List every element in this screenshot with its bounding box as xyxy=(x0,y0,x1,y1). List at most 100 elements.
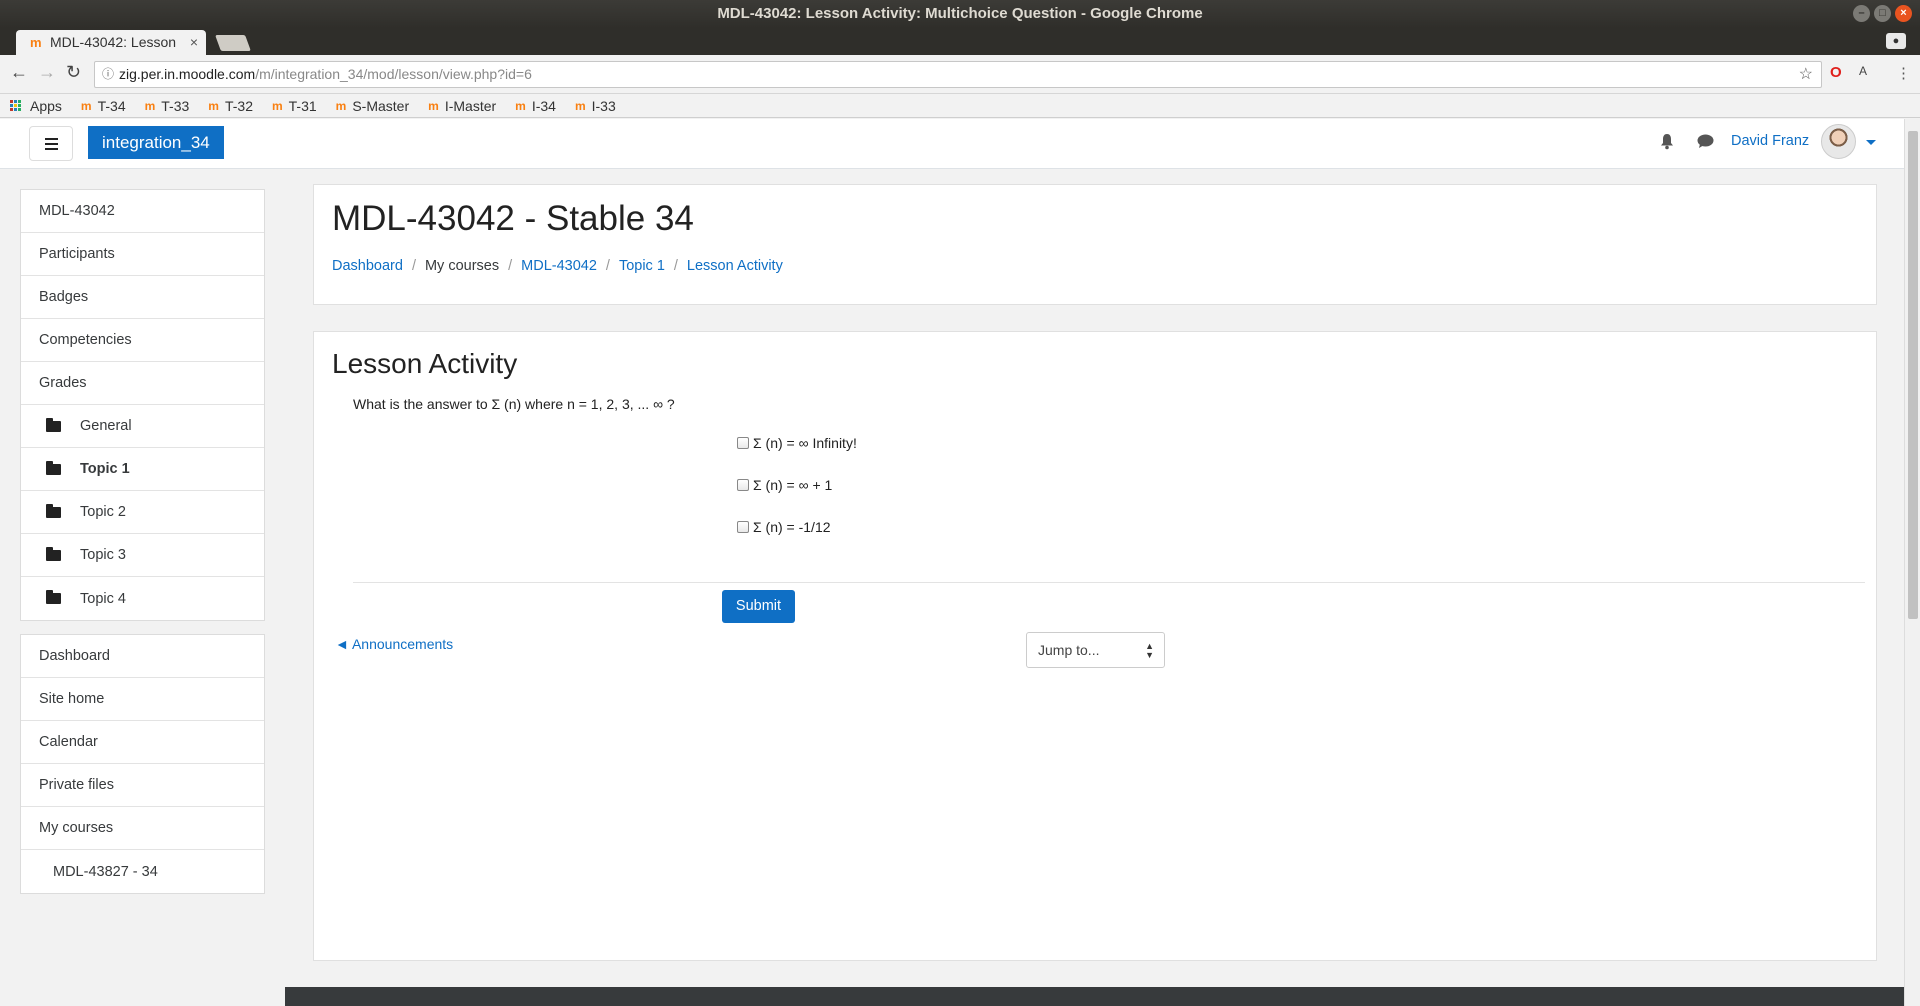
moodle-favicon-icon: m xyxy=(30,35,42,50)
url-path: /m/integration_34/mod/lesson/view.php?id… xyxy=(255,66,532,82)
drawer-item-participants[interactable]: Participants xyxy=(21,233,264,276)
answer-option[interactable]: Σ (n) = ∞ + 1 xyxy=(737,477,832,493)
breadcrumb-topic[interactable]: Topic 1 xyxy=(619,258,665,274)
opera-extension-icon[interactable]: O xyxy=(1830,64,1842,81)
answer-checkbox[interactable] xyxy=(737,521,749,533)
page-scrollbar[interactable] xyxy=(1904,119,1920,1006)
drawer-item-topic-1[interactable]: Topic 1 xyxy=(21,448,264,491)
moodle-icon: m xyxy=(208,98,219,113)
notifications-bell-icon[interactable] xyxy=(1660,133,1674,150)
drawer-item-grades[interactable]: Grades xyxy=(21,362,264,405)
moodle-icon: m xyxy=(144,98,156,113)
submit-button[interactable]: Submit xyxy=(722,590,795,623)
window-title: MDL-43042: Lesson Activity: Multichoice … xyxy=(717,5,1203,22)
folder-icon xyxy=(46,417,61,432)
back-icon[interactable]: ← xyxy=(10,62,28,83)
moodle-icon: m xyxy=(428,98,439,113)
drawer-item-my-courses[interactable]: My courses xyxy=(21,807,264,850)
breadcrumb-lesson[interactable]: Lesson Activity xyxy=(687,258,783,274)
moodle-icon: m xyxy=(515,98,526,113)
site-nav-block: Dashboard Site home Calendar Private fil… xyxy=(20,634,265,894)
forward-icon[interactable]: → xyxy=(38,62,56,83)
drawer-item-topic-3[interactable]: Topic 3 xyxy=(21,534,264,577)
moodle-icon: m xyxy=(271,98,283,113)
bookmark-item[interactable]: m I-34 xyxy=(515,98,556,114)
address-bar[interactable]: ⓘ zig.per.in.moodle.com/m/integration_34… xyxy=(94,61,1822,88)
apps-bookmark[interactable]: Apps xyxy=(10,98,62,114)
breadcrumb: Dashboard / My courses / MDL-43042 / Top… xyxy=(332,258,783,274)
info-icon[interactable]: ⓘ xyxy=(102,62,114,87)
drawer-item-dashboard[interactable]: Dashboard xyxy=(21,635,264,678)
drawer-item-calendar[interactable]: Calendar xyxy=(21,721,264,764)
question-text: What is the answer to Σ (n) where n = 1,… xyxy=(353,396,675,412)
jump-to-select[interactable]: Jump to... ▲ ▼ xyxy=(1026,632,1165,668)
user-menu-caret-icon[interactable] xyxy=(1866,140,1876,145)
drawer-item-topic-4[interactable]: Topic 4 xyxy=(21,577,264,620)
page-header-card: MDL-43042 - Stable 34 Dashboard / My cou… xyxy=(313,184,1877,305)
lesson-content-card: Lesson Activity What is the answer to Σ … xyxy=(313,331,1877,961)
drawer-item-badges[interactable]: Badges xyxy=(21,276,264,319)
answer-option[interactable]: Σ (n) = -1/12 xyxy=(737,519,831,535)
window-titlebar: MDL-43042: Lesson Activity: Multichoice … xyxy=(0,0,1920,28)
apps-grid-icon xyxy=(10,100,21,111)
menu-icon[interactable]: ⋮ xyxy=(1896,64,1911,82)
url-host: zig.per.in.moodle.com xyxy=(119,66,256,82)
browser-toolbar: ← → ↻ ⓘ zig.per.in.moodle.com/m/integrat… xyxy=(0,55,1920,94)
page-title: MDL-43042 - Stable 34 xyxy=(332,199,694,238)
bookmark-item[interactable]: m T-34 xyxy=(81,98,126,114)
new-tab-button[interactable] xyxy=(215,35,251,51)
tab-title: MDL-43042: Lesson xyxy=(50,34,177,50)
answer-checkbox[interactable] xyxy=(737,437,749,449)
bookmark-item[interactable]: m S-Master xyxy=(336,98,409,114)
previous-activity-link[interactable]: ◄ Announcements xyxy=(335,636,453,652)
bookmark-star-icon[interactable]: ☆ xyxy=(1799,62,1813,87)
drawer-toggle-button[interactable] xyxy=(29,126,73,161)
folder-icon xyxy=(46,460,61,475)
translate-icon[interactable]: A xyxy=(1859,64,1867,78)
course-nav-block: MDL-43042 Participants Badges Competenci… xyxy=(20,189,265,621)
bookmark-item[interactable]: m T-31 xyxy=(272,98,317,114)
close-window-icon[interactable]: × xyxy=(1895,5,1912,22)
profile-icon[interactable]: ● xyxy=(1886,33,1906,49)
browser-tab[interactable]: m MDL-43042: Lesson × xyxy=(16,30,206,55)
site-name-link[interactable]: integration_34 xyxy=(88,126,224,159)
drawer-item-private-files[interactable]: Private files xyxy=(21,764,264,807)
drawer-item-competencies[interactable]: Competencies xyxy=(21,319,264,362)
maximize-icon[interactable]: □ xyxy=(1874,5,1891,22)
scrollbar-thumb[interactable] xyxy=(1908,131,1918,619)
drawer-item-course[interactable]: MDL-43042 xyxy=(21,190,264,233)
drawer-item-topic-2[interactable]: Topic 2 xyxy=(21,491,264,534)
messages-icon[interactable] xyxy=(1697,134,1714,149)
folder-icon xyxy=(46,546,61,561)
minimize-icon[interactable]: – xyxy=(1853,5,1870,22)
divider xyxy=(353,582,1865,583)
window-controls: – □ × xyxy=(1853,5,1912,22)
bookmark-item[interactable]: m I-33 xyxy=(575,98,616,114)
bookmark-item[interactable]: m I-Master xyxy=(428,98,496,114)
moodle-icon: m xyxy=(335,98,347,113)
user-avatar[interactable] xyxy=(1821,124,1856,159)
breadcrumb-dashboard[interactable]: Dashboard xyxy=(332,258,403,274)
moodle-navbar: integration_34 David Franz xyxy=(0,119,1904,169)
answer-option[interactable]: Σ (n) = ∞ Infinity! xyxy=(737,435,857,451)
page-viewport: integration_34 David Franz MDL-43042 Par… xyxy=(0,119,1904,1006)
bookmark-item[interactable]: m T-32 xyxy=(208,98,253,114)
reload-icon[interactable]: ↻ xyxy=(66,62,81,83)
folder-icon xyxy=(46,503,61,518)
bookmarks-bar: Apps m T-34 m T-33 m T-32 m T-31 m S-Master m… xyxy=(0,94,1920,118)
answer-checkbox[interactable] xyxy=(737,479,749,491)
drawer-item-course-mdl-43827[interactable]: MDL-43827 - 34 xyxy=(21,850,264,893)
tab-close-icon[interactable]: × xyxy=(190,30,198,55)
activity-title: Lesson Activity xyxy=(332,348,518,379)
select-arrows-icon: ▲ ▼ xyxy=(1145,641,1154,660)
breadcrumb-my-courses: My courses xyxy=(424,258,500,274)
page-footer xyxy=(285,987,1904,1006)
drawer-item-general[interactable]: General xyxy=(21,405,264,448)
moodle-icon: m xyxy=(574,98,586,113)
bookmark-item[interactable]: m T-33 xyxy=(145,98,190,114)
breadcrumb-course[interactable]: MDL-43042 xyxy=(521,258,597,274)
drawer-item-site-home[interactable]: Site home xyxy=(21,678,264,721)
folder-icon xyxy=(46,590,61,604)
user-menu-name[interactable]: David Franz xyxy=(1731,133,1809,149)
tab-strip: m MDL-43042: Lesson × ● xyxy=(0,28,1920,55)
